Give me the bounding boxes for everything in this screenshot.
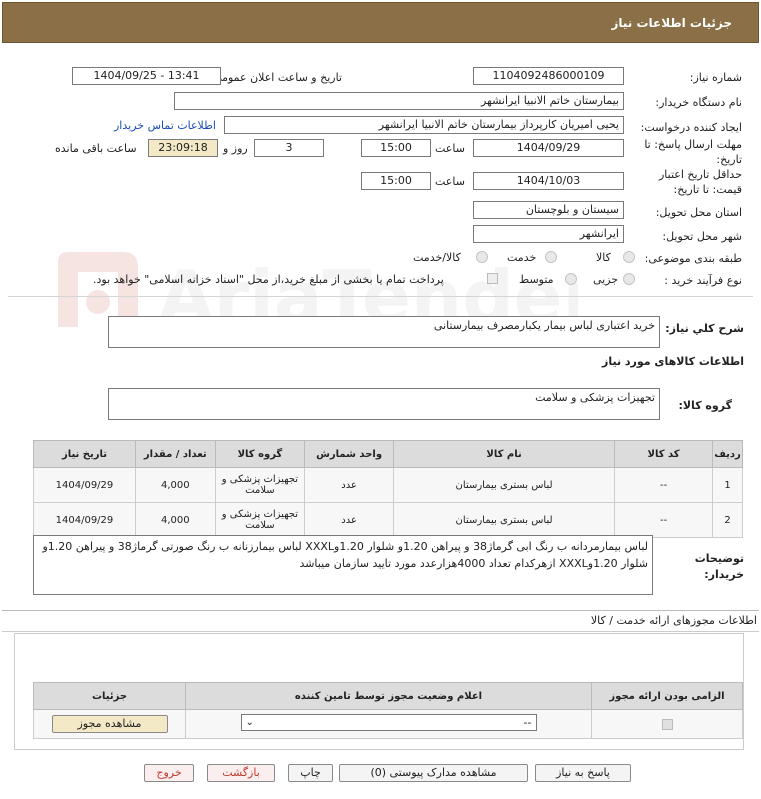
process-option-minor: جزیی [593, 273, 619, 286]
need-number-field: 1104092486000109 [473, 67, 624, 85]
cell-group: تجهیزات پزشکی و سلامت [214, 467, 306, 503]
col-item-code: کد کالا [614, 440, 714, 468]
category-label: طبقه بندی موضوعی: [644, 252, 742, 265]
col-permit-required: الزامی بودن ارائه مجوز [591, 682, 743, 710]
page-title: جزئیات اطلاعات نیاز [611, 16, 732, 30]
cell-item-code: -- [614, 502, 714, 538]
col-unit: واحد شمارش [304, 440, 394, 468]
buyer-notes-label: توضیحات خریدار: [694, 552, 744, 581]
view-permit-button[interactable]: مشاهده مجوز [51, 715, 168, 733]
goods-table: ردیف کد کالا نام کالا واحد شمارش گروه کا… [33, 440, 743, 538]
announce-date-label: تاریخ و ساعت اعلان عمومی: [209, 71, 342, 84]
cell-unit: عدد [304, 502, 394, 538]
col-permit-details: جزئیات [33, 682, 186, 710]
cell-unit: عدد [304, 467, 394, 503]
cell-group: تجهیزات پزشکی و سلامت [214, 502, 306, 538]
cell-row-number: 1 [712, 467, 743, 503]
table-row: ⌄ -- مشاهده مجوز [33, 709, 743, 739]
buyer-label: نام دستگاه خریدار: [655, 96, 742, 109]
permit-status-select[interactable]: ⌄ -- [240, 714, 537, 731]
permits-section-title: اطلاعات مجوزهای ارائه خدمت / کالا [590, 614, 757, 627]
permit-required-checkbox [661, 719, 673, 730]
reply-button[interactable]: پاسخ به نیاز [535, 764, 631, 782]
validity-time-label: ساعت [435, 175, 465, 188]
buyer-field: بیمارستان خاتم الانبیا ایرانشهر [174, 92, 624, 110]
deadline-label: مهلت ارسال پاسخ: تا تاریخ: [644, 138, 742, 166]
process-label: نوع فرآیند خرید : [664, 274, 742, 287]
cell-item-code: -- [614, 467, 714, 503]
deadline-time-label: ساعت [435, 142, 465, 155]
print-button[interactable]: چاپ [288, 764, 333, 782]
treasury-payment-checkbox[interactable] [487, 273, 498, 284]
remaining-time-label: ساعت باقی مانده [55, 142, 137, 155]
col-row-number: ردیف [712, 440, 743, 468]
category-radio-service[interactable] [545, 251, 557, 263]
category-option-goods-service: کالا/خدمت [413, 251, 461, 264]
page-header: جزئیات اطلاعات نیاز [2, 2, 759, 43]
col-group: گروه کالا [214, 440, 306, 468]
category-radio-goods-service[interactable] [476, 251, 488, 263]
validity-date-field: 1404/10/03 [473, 172, 624, 190]
col-permit-status: اعلام وضعیت مجوز توسط تامین کننده [185, 682, 592, 710]
creator-label: ایجاد کننده درخواست: [640, 121, 742, 134]
goods-group-field: تجهیزات پزشکی و سلامت [108, 388, 660, 420]
process-radio-minor[interactable] [623, 273, 635, 285]
goods-table-header-row: ردیف کد کالا نام کالا واحد شمارش گروه کا… [33, 440, 743, 468]
treasury-payment-note: پرداخت تمام یا بخشی از مبلغ خرید،از محل … [93, 273, 444, 286]
deadline-time-field: 15:00 [361, 139, 431, 157]
col-need-date: تاریخ نیاز [33, 440, 136, 468]
days-field: 3 [254, 139, 324, 157]
chevron-down-icon: ⌄ [245, 717, 254, 728]
cell-permit-required [591, 709, 743, 739]
goods-group-label: گروه کالا: [678, 399, 732, 412]
category-option-service: خدمت [507, 251, 537, 264]
view-attachments-button[interactable]: مشاهده مدارک پیوستی (0) [339, 764, 528, 782]
deadline-date-field: 1404/09/29 [473, 139, 624, 157]
cell-permit-status: ⌄ -- [185, 709, 592, 739]
category-radio-goods[interactable] [623, 251, 635, 263]
permits-table: الزامی بودن ارائه مجوز اعلام وضعیت مجوز … [33, 682, 743, 739]
divider [2, 610, 759, 611]
permit-status-value: -- [523, 716, 532, 729]
process-option-medium: متوسط [519, 273, 554, 286]
province-label: استان محل تحویل: [655, 206, 742, 219]
process-radio-medium[interactable] [565, 273, 577, 285]
back-button[interactable]: بازگشت [207, 764, 275, 782]
col-item-name: نام کالا [392, 440, 616, 468]
city-label: شهر محل تحویل: [662, 230, 742, 243]
announce-date-field: 1404/09/25 - 13:41 [72, 67, 221, 85]
cell-quantity: 4,000 [134, 502, 216, 538]
category-option-goods: کالا [596, 251, 611, 264]
divider [2, 631, 759, 632]
cell-need-date: 1404/09/29 [33, 467, 136, 503]
buyer-notes-field: لباس بیمارمردانه ب رنگ ابی گرماژ38 و پیر… [33, 535, 653, 595]
remaining-time-field: 23:09:18 [148, 139, 218, 157]
table-row: 2 -- لباس بستری بیمارستان عدد تجهیزات پز… [33, 502, 743, 538]
cell-permit-details: مشاهده مجوز [33, 709, 186, 739]
divider [8, 296, 753, 297]
permits-header-row: الزامی بودن ارائه مجوز اعلام وضعیت مجوز … [33, 682, 743, 710]
validity-time-field: 15:00 [361, 172, 431, 190]
cell-item-name: لباس بستری بیمارستان [392, 502, 616, 538]
summary-label: شرح کلي نياز: [665, 322, 744, 335]
need-number-label: شماره نیاز: [689, 71, 742, 84]
creator-field: یحیی امیریان کارپرداز بیمارستان خاتم الا… [224, 116, 624, 134]
cell-need-date: 1404/09/29 [33, 502, 136, 538]
table-row: 1 -- لباس بستری بیمارستان عدد تجهیزات پز… [33, 467, 743, 503]
cell-item-name: لباس بستری بیمارستان [392, 467, 616, 503]
goods-section-title: اطلاعات کالاهای مورد نیاز [602, 355, 744, 368]
days-label: روز و [223, 142, 248, 155]
exit-button[interactable]: خروج [144, 764, 194, 782]
cell-row-number: 2 [712, 502, 743, 538]
validity-label: حداقل تاریخ اعتبار قیمت: تا تاریخ: [658, 168, 742, 196]
buyer-contact-link[interactable]: اطلاعات تماس خریدار [114, 119, 216, 132]
cell-quantity: 4,000 [134, 467, 216, 503]
col-quantity: تعداد / مقدار [134, 440, 216, 468]
province-field: سیستان و بلوچستان [473, 201, 624, 219]
summary-field: خرید اعتباری لباس بیمار یکبارمصرف بیمارس… [108, 316, 660, 348]
city-field: ایرانشهر [473, 225, 624, 243]
